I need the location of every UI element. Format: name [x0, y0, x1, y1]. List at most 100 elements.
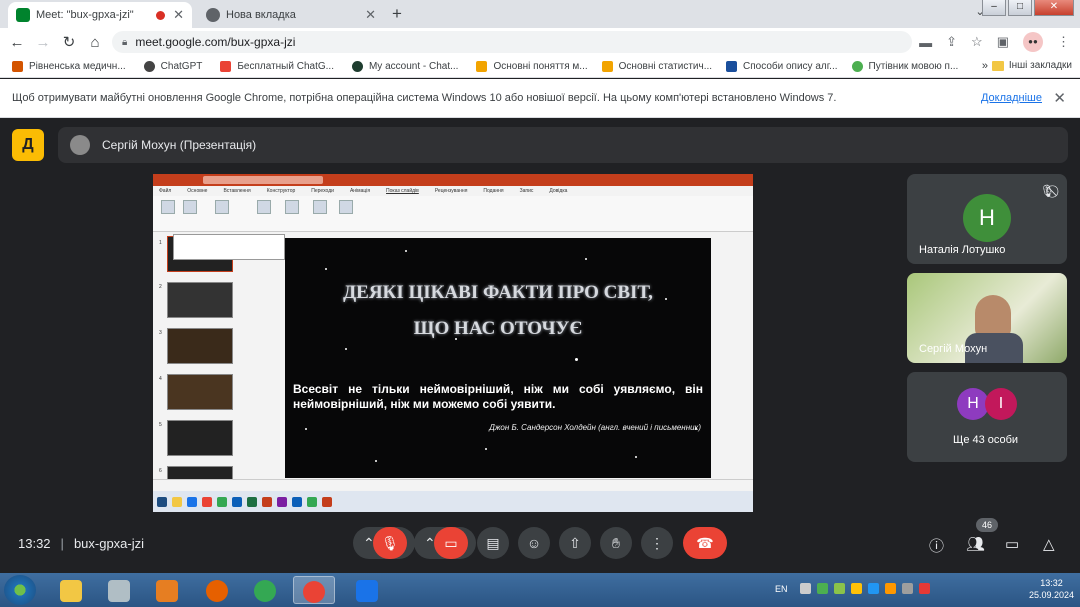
system-tray: [800, 583, 930, 594]
people-icon[interactable]: 👥︎: [966, 535, 985, 553]
back-icon[interactable]: ←: [4, 34, 30, 51]
close-window-button[interactable]: ✕: [1034, 0, 1074, 16]
emoji-button[interactable]: ☺: [518, 527, 550, 559]
clock[interactable]: 13:32 25.09.2024: [1029, 577, 1074, 601]
ribbon-button: [339, 200, 353, 214]
start-button[interactable]: [4, 575, 36, 605]
camera-off-button[interactable]: ▭: [434, 527, 468, 559]
recording-icon: [156, 10, 166, 20]
tab-title: Нова вкладка: [226, 9, 296, 21]
bookmark-item[interactable]: Способи опису алг...: [726, 61, 838, 72]
clock-time: 13:32: [1040, 578, 1063, 588]
leave-call-button[interactable]: ☎︎: [683, 527, 727, 559]
bookmark-label: Бесплатный ChatG...: [237, 61, 334, 72]
ribbon-button: [257, 200, 271, 214]
shared-taskbar: [153, 491, 753, 512]
powerpoint-ribbon: [153, 196, 753, 232]
ribbon-tooltip: [173, 234, 285, 260]
activities-icon[interactable]: △: [1043, 535, 1055, 553]
menu-item: Вставлення: [223, 188, 251, 194]
explorer-icon[interactable]: [50, 576, 92, 604]
minimize-button[interactable]: –: [982, 0, 1006, 16]
menu-item: Переходи: [311, 188, 334, 194]
infobar-message: Щоб отримувати майбутні оновлення Google…: [12, 92, 837, 104]
other-bookmarks-label: Інші закладки: [1008, 60, 1072, 71]
mic-off-button[interactable]: 🎙︎: [373, 527, 407, 559]
forward-icon[interactable]: →: [30, 34, 56, 51]
powerpoint-titlebar: [153, 174, 753, 186]
participant-tile[interactable]: Н І Ще 43 особи: [907, 372, 1067, 462]
bookmark-item[interactable]: Рівненська медичн...: [12, 61, 126, 72]
more-bookmarks-button[interactable]: »: [982, 60, 988, 72]
maximize-button[interactable]: □: [1008, 0, 1032, 16]
close-icon[interactable]: ✕: [365, 7, 376, 23]
tab-new[interactable]: Нова вкладка ✕: [198, 2, 384, 28]
home-icon[interactable]: ⌂: [82, 34, 108, 51]
star-icon[interactable]: ☆: [971, 34, 983, 50]
menu-item: Основне: [187, 188, 208, 194]
present-button[interactable]: ⇧: [559, 527, 591, 559]
more-options-button[interactable]: ⋮: [641, 527, 673, 559]
folder-icon: [991, 60, 1004, 71]
update-infobar: Щоб отримувати майбутні оновлення Google…: [0, 79, 1080, 118]
slide-title-line2: ЩО НАС ОТОЧУЄ: [413, 318, 583, 339]
avatar: [70, 135, 90, 155]
more-participants-label: Ще 43 особи: [953, 434, 1019, 446]
camera-icon[interactable]: ▬: [919, 35, 932, 50]
firefox-icon[interactable]: [196, 576, 238, 604]
address-bar[interactable]: 🔒︎ meet.google.com/bux-gpxa-jzi: [112, 31, 912, 53]
slide-thumbnail: [167, 282, 233, 318]
chat-icon[interactable]: ▭: [1005, 535, 1019, 553]
reload-icon[interactable]: ↻: [56, 33, 82, 51]
media-player-icon[interactable]: [146, 576, 188, 604]
bookmark-item[interactable]: My account - Chat...: [351, 61, 458, 72]
tab-strip: Meet: "bux-gpxa-jzi" ✕ Нова вкладка ✕ + …: [0, 0, 1080, 28]
current-slide: ДЕЯКІ ЦІКАВІ ФАКТИ ПРО СВІТ, ЩО НАС ОТОЧ…: [285, 238, 711, 478]
bookmark-label: Основні статистич...: [618, 61, 713, 72]
menu-item: Показ слайдів: [386, 188, 419, 194]
slide-number: 2: [159, 284, 162, 290]
menu-item: Запис: [519, 188, 534, 194]
slide-thumbnails: 1 2 3 4 5 6: [159, 236, 243, 496]
participant-tile[interactable]: Н 🎙︎⃠ Наталія Лотушко: [907, 174, 1067, 264]
bookmark-label: Рівненська медичн...: [29, 61, 126, 72]
bookmark-item[interactable]: ChatGPT: [143, 61, 202, 72]
tab-meet[interactable]: Meet: "bux-gpxa-jzi" ✕: [8, 2, 192, 28]
bookmark-item[interactable]: Бесплатный ChatG...: [220, 61, 334, 72]
ribbon-button: [215, 200, 229, 214]
bookmark-item[interactable]: Основні статистич...: [601, 61, 713, 72]
ribbon-button: [161, 200, 175, 214]
calculator-icon[interactable]: [98, 576, 140, 604]
globe-icon: [206, 8, 220, 22]
powerpoint-menu: Файл Основне Вставлення Конструктор Пере…: [153, 186, 753, 196]
captions-button[interactable]: ▤: [477, 527, 509, 559]
info-icon[interactable]: ⓘ: [929, 535, 944, 556]
menu-icon[interactable]: ⋮: [1057, 34, 1070, 50]
menu-item: Довідка: [549, 188, 568, 194]
bookmark-item[interactable]: Путівник мовою п...: [851, 61, 958, 72]
ribbon-button: [313, 200, 327, 214]
tab-title: Meet: "bux-gpxa-jzi": [36, 9, 134, 21]
menu-item: Файл: [159, 188, 172, 194]
chrome-active-icon[interactable]: [293, 576, 335, 604]
slide-author: Джон Б. Сандерсон Холдейн (англ. вчений …: [489, 423, 701, 432]
language-indicator[interactable]: EN: [775, 584, 788, 594]
learn-more-link[interactable]: Докладніше: [981, 92, 1042, 104]
avatar[interactable]: ●●: [1023, 32, 1043, 52]
bookmark-item[interactable]: Основні поняття м...: [476, 61, 588, 72]
raise-hand-button[interactable]: ✋︎: [600, 527, 632, 559]
ribbon-button: [285, 200, 299, 214]
close-icon[interactable]: ✕: [1053, 89, 1066, 107]
bookmarks-bar: Рівненська медичн... ChatGPT Бесплатный …: [0, 56, 1080, 78]
avatar: І: [985, 388, 1017, 420]
slide-quote: Всесвіт не тільки неймовірніший, ніж ми …: [293, 382, 703, 411]
chrome-icon[interactable]: [244, 576, 286, 604]
share-icon[interactable]: ⇪: [946, 34, 957, 50]
other-bookmarks[interactable]: Інші закладки: [991, 60, 1072, 71]
sidepanel-icon[interactable]: ▣: [997, 34, 1009, 50]
participant-name: Сергій Мохун: [919, 343, 988, 355]
participant-tile[interactable]: Сергій Мохун: [907, 273, 1067, 363]
new-tab-button[interactable]: +: [392, 4, 402, 24]
close-icon[interactable]: ✕: [173, 7, 184, 23]
document-icon[interactable]: [346, 576, 388, 604]
